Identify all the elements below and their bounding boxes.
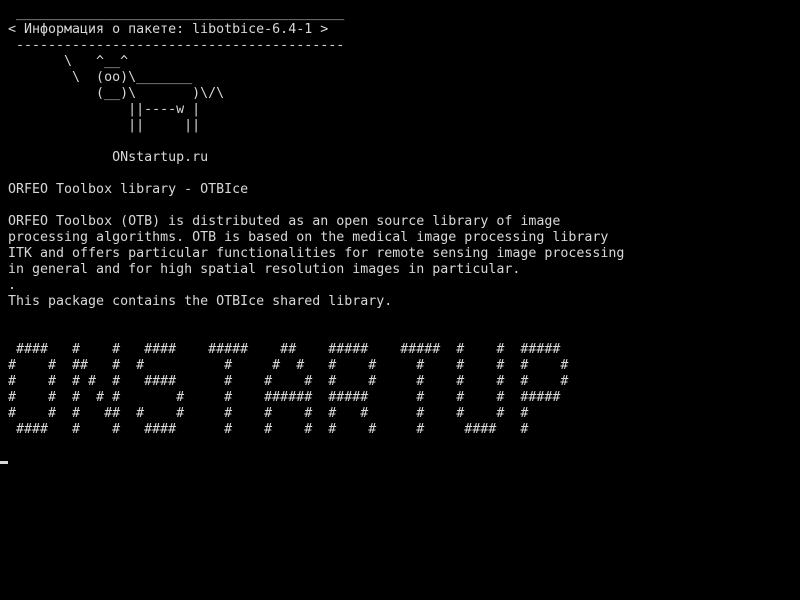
site-name: ONstartup.ru — [8, 150, 209, 165]
cowsay-package-title: < Информация о пакете: libotbice-6.4-1 > — [8, 22, 329, 37]
cow-art-line-5: || || — [8, 118, 201, 133]
cow-art-line-1: \ ^__^ — [8, 54, 129, 69]
cow-art-line-2: \ (oo)\_______ — [8, 70, 193, 85]
description-line-4: in general and for high spatial resoluti… — [8, 262, 521, 277]
description-line-5: This package contains the OTBIce shared … — [8, 294, 393, 309]
banner-line-2: # # ## # # # # # # # # # # # # — [8, 358, 569, 373]
banner-line-1: #### # # #### ##### ## ##### ##### # # #… — [8, 342, 561, 357]
description-line-1: ORFEO Toolbox (OTB) is distributed as an… — [8, 214, 561, 229]
terminal-screen[interactable]: ________________________________________… — [0, 0, 800, 600]
cowsay-bottom-border: ----------------------------------------… — [8, 38, 345, 53]
banner-line-3: # # # # # #### # # # # # # # # # # — [8, 374, 569, 389]
cowsay-top-border: ________________________________________… — [8, 6, 345, 21]
package-summary: ORFEO Toolbox library - OTBIce — [8, 182, 249, 197]
cow-art-line-4: ||----w | — [8, 102, 201, 117]
cow-art-line-3: (__)\ )\/\ — [8, 86, 225, 101]
description-line-2: processing algorithms. OTB is based on t… — [8, 230, 609, 245]
banner-line-5: # # # ## # # # # # # # # # # # — [8, 406, 529, 421]
description-separator: . — [8, 278, 17, 293]
banner-line-6: #### # # #### # # # # # # #### # — [8, 422, 529, 437]
banner-line-4: # # # # # # # ###### ##### # # # ##### — [8, 390, 561, 405]
description-line-3: ITK and offers particular functionalitie… — [8, 246, 625, 261]
text-cursor — [0, 461, 8, 464]
